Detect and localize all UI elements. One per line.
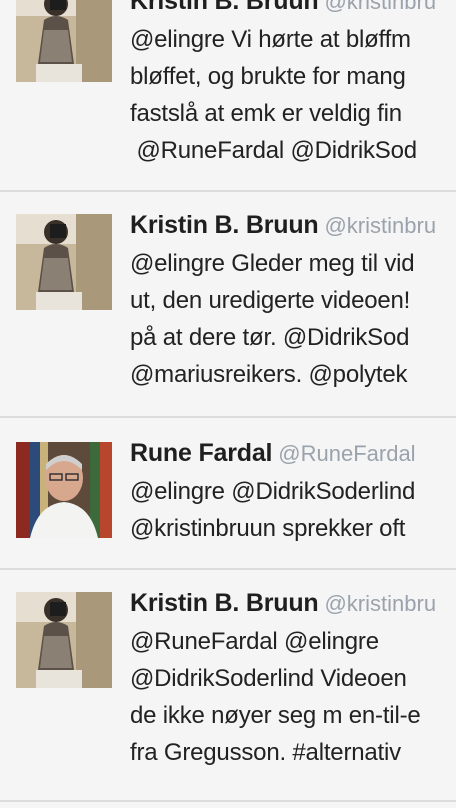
tweet-text-line: @elingre Gleder meg til vid (130, 250, 415, 277)
tweet-text-line: @RuneFardal @DidrikSod (130, 137, 417, 164)
avatar[interactable] (16, 214, 112, 310)
author-name[interactable]: Kristin B. Bruun (130, 211, 319, 239)
tweet-item[interactable]: Rune Fardal @RuneFardal @elingre @DidrikS… (0, 418, 456, 570)
avatar[interactable] (16, 442, 112, 538)
tweet-text-line: fastslå at emk er veldig fin (130, 100, 402, 127)
tweet-timeline[interactable]: Kristin B. Bruun @kristinbru @elingre Vi … (0, 0, 456, 808)
kristin-photo-icon (16, 0, 112, 82)
tweet-header: Kristin B. Bruun @kristinbru (130, 588, 456, 618)
tweet-text-line: @elingre Vi hørte at bløffm (130, 26, 411, 53)
author-handle[interactable]: @kristinbru (324, 213, 436, 238)
rune-photo-icon (16, 442, 112, 538)
avatar[interactable] (16, 0, 112, 82)
author-handle[interactable]: @RuneFardal (278, 441, 415, 466)
tweet-header: Rune Fardal @RuneFardal (130, 438, 456, 468)
tweet-text-line: fra Gregusson. #alternativ (130, 739, 401, 766)
avatar[interactable] (16, 592, 112, 688)
tweet-text-line: bløffet, og brukte for mang (130, 63, 406, 90)
author-handle[interactable]: @kristinbru (324, 591, 436, 616)
tweet-text-line: @RuneFardal @elingre (130, 628, 379, 655)
tweet-text-line: @kristinbruun sprekker oft (130, 515, 406, 542)
tweet-text-line: de ikke nøyer seg m en-til-e (130, 702, 421, 729)
tweet-text-line: ut, den uredigerte videoen! (130, 287, 411, 314)
author-handle[interactable]: @kristinbru (324, 0, 436, 14)
author-name[interactable]: Kristin B. Bruun (130, 0, 319, 15)
tweet-item[interactable]: Kristin B. Bruun @kristinbru @RuneFardal … (0, 570, 456, 802)
author-name[interactable]: Rune Fardal (130, 439, 272, 467)
tweet-item[interactable]: Kristin B. Bruun @kristinbru @elingre Vi … (0, 0, 456, 192)
tweet-item[interactable]: Kristin B. Bruun @kristinbru @elingre Gle… (0, 192, 456, 418)
tweet-text-line: @mariusreikers. @polytek (130, 361, 408, 388)
tweet-header: Kristin B. Bruun @kristinbru (130, 0, 456, 16)
tweet-text-line: @elingre @DidrikSoderlind (130, 478, 416, 505)
author-name[interactable]: Kristin B. Bruun (130, 589, 319, 617)
tweet-header: Kristin B. Bruun @kristinbru (130, 210, 456, 240)
kristin-photo-icon (16, 592, 112, 688)
kristin-photo-icon (16, 214, 112, 310)
tweet-text-line: på at dere tør. @DidrikSod (130, 324, 410, 351)
tweet-text-line: @DidrikSoderlind Videoen (130, 665, 407, 692)
